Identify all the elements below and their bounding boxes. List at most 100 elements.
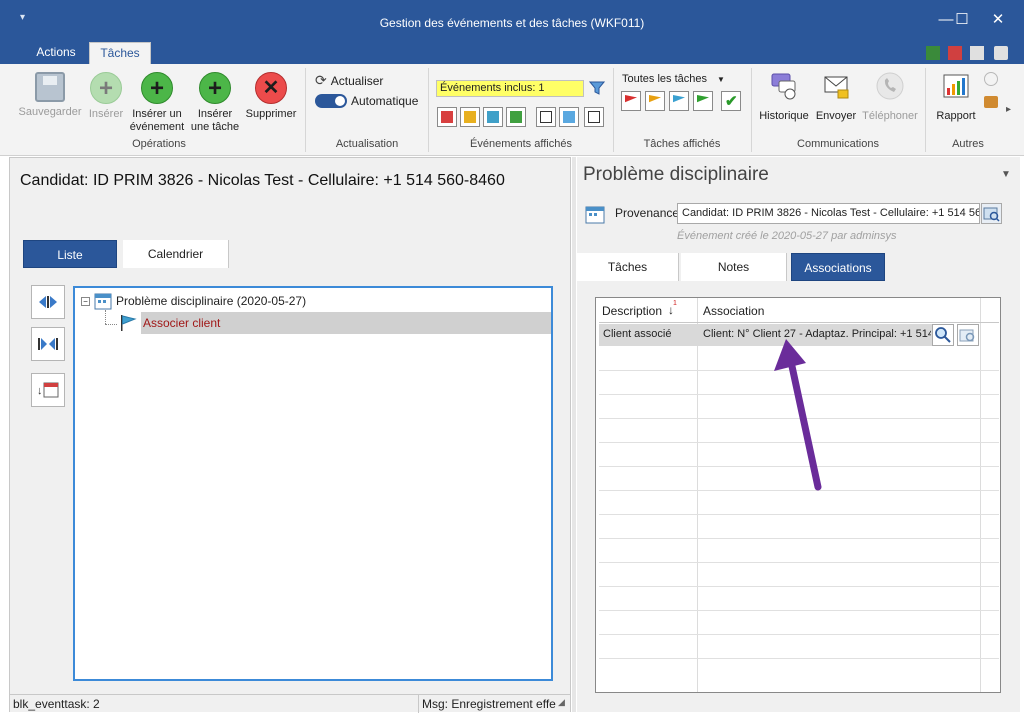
magnifier-icon [935,327,951,343]
insert-task-label-2: une tâche [190,121,240,133]
history-label: Historique [759,110,809,122]
group-divider [305,68,306,152]
delete-button[interactable]: ✕ Supprimer [242,72,300,121]
merge-arrows-icon [38,338,58,350]
grid-line [599,586,999,587]
auto-refresh-label: Automatique [351,94,419,108]
tree-connector [105,324,117,325]
tab-calendrier[interactable]: Calendrier [123,240,229,268]
column-header-description[interactable]: Description [602,304,662,318]
envelope-icon [824,76,849,99]
close-button[interactable]: ✕ [982,8,1014,32]
chat-history-icon [771,73,796,100]
task-flag-icon [119,314,137,335]
event-yellow-calendar-icon[interactable] [460,107,480,127]
task-red-flag-icon[interactable] [621,91,641,111]
insert-event-label-1: Insérer un [132,108,182,120]
tree-root-label: Problème disciplinaire (2020-05-27) [116,294,307,308]
row-lookup-button[interactable] [957,324,979,346]
save-button[interactable]: Sauvegarder [16,72,84,119]
sort-date-button[interactable]: ↓ [31,373,65,407]
event-tree[interactable]: − Problème disciplinaire (2020-05-27) As… [73,286,553,681]
tab-liste[interactable]: Liste [23,240,117,268]
event-blank-calendar-icon[interactable] [584,107,604,127]
insert-task-button[interactable]: + Insérer une tâche [188,72,242,134]
event-calendar-icon [585,206,605,224]
task-check-icon[interactable]: ✔ [721,91,741,111]
report-button[interactable]: Rapport [930,72,982,123]
event-title: Problème disciplinaire [583,164,769,185]
auto-refresh-toggle[interactable]: Automatique [315,94,418,108]
group-label-operations: Opérations [132,138,186,150]
events-included-field[interactable]: Événements inclus: 1 [436,80,584,97]
task-green-flag-icon[interactable] [693,91,713,111]
insert-label: Insérer [88,108,124,120]
tree-node-child[interactable]: Associer client [141,312,551,334]
report-label: Rapport [936,110,976,122]
resize-grip-icon[interactable]: ◢ [558,697,565,708]
event-red-calendar-icon[interactable] [437,107,457,127]
tree-node-root[interactable]: − Problème disciplinaire (2020-05-27) [81,292,306,310]
lock-icon[interactable] [994,46,1008,60]
column-divider [980,298,981,692]
insert-button[interactable]: + Insérer [86,72,126,121]
event-green-calendar-icon[interactable] [506,107,526,127]
tab-actions[interactable]: Actions [28,42,84,64]
send-label: Envoyer [815,110,857,122]
tab-associations[interactable]: Associations [791,253,885,281]
phone-button[interactable]: Téléphoner [858,72,922,123]
column-header-association[interactable]: Association [703,304,764,318]
provenance-label: Provenance [615,206,680,220]
insert-task-label-1: Insérer [197,108,233,120]
grid-line [599,562,999,563]
plus-icon: + [90,72,122,104]
provenance-lookup-button[interactable] [981,203,1002,224]
pane-splitter[interactable] [572,157,576,712]
task-filter-dropdown[interactable]: Toutes les tâches ▼ [622,73,725,85]
event-check-calendar-icon[interactable] [536,107,556,127]
status-divider [418,695,419,713]
history-clock-icon[interactable] [984,72,998,86]
panel-collapse-icon[interactable]: ▼ [1001,169,1011,180]
history-button[interactable]: Historique [756,72,812,123]
tree-expander-icon[interactable]: − [81,296,90,306]
ribbon-tab-bar: Actions Tâches [0,42,1024,64]
header-divider [599,322,999,323]
group-divider [428,68,429,152]
collapse-all-button[interactable] [31,327,65,361]
created-info: Événement créé le 2020-05-27 par adminsy… [677,230,897,242]
tree-connector [105,310,106,324]
status-record-count: blk_eventtask: 2 [13,697,100,711]
tab-taches[interactable]: Tâches [89,42,151,64]
print-icon[interactable] [970,46,984,60]
row-description: Client associé [603,328,672,340]
toolbox-icon[interactable] [984,96,998,108]
insert-event-button[interactable]: + Insérer un événement [128,72,186,134]
expand-collapse-button[interactable] [31,285,65,319]
left-pane: Candidat: ID PRIM 3826 - Nicolas Test - … [9,157,571,713]
event-blue-calendar-icon[interactable] [483,107,503,127]
grid-line [599,634,999,635]
group-label-events: Événements affichés [470,138,572,150]
row-search-button[interactable] [932,324,954,346]
search-folder-icon [983,207,1000,222]
ribbon-scroll-right-icon[interactable]: ▸ [1006,104,1011,115]
task-yellow-flag-icon[interactable] [645,91,665,111]
task-blue-flag-icon[interactable] [669,91,689,111]
send-button[interactable]: Envoyer [814,72,858,123]
table-row[interactable]: Client associé Client: N° Client 27 - Ad… [599,324,932,346]
window-title: Gestion des événements et des tâches (WK… [379,16,645,30]
maximize-button[interactable]: ☐ [946,8,978,32]
tab-taches-detail[interactable]: Tâches [577,253,679,281]
event-folder-calendar-icon[interactable] [559,107,579,127]
filter-funnel-icon[interactable] [589,80,605,96]
grid-line [599,610,999,611]
tab-notes[interactable]: Notes [681,253,787,281]
calculator-icon[interactable] [926,46,940,60]
calendar-icon[interactable] [948,46,962,60]
provenance-field[interactable]: Candidat: ID PRIM 3826 - Nicolas Test - … [677,203,980,224]
status-message: Msg: Enregistrement effe [422,697,556,711]
search-folder-icon [959,329,975,342]
refresh-label: Actualiser [330,73,384,88]
refresh-button[interactable]: ⟳ Actualiser [315,72,383,89]
